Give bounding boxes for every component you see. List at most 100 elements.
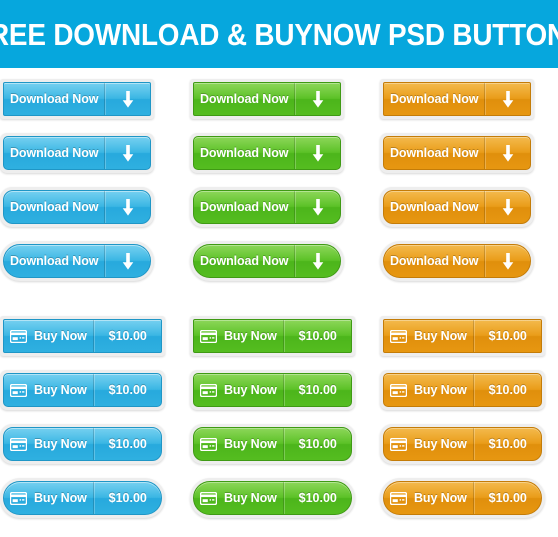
download-icon-area[interactable] [106,83,150,115]
button-main-area[interactable]: Download Now [194,137,294,169]
download-button-orange-pill[interactable]: Download Now [383,244,532,278]
button-main-area[interactable]: Buy Now [384,374,473,406]
download-icon-area[interactable] [486,245,530,277]
page-title: FREE DOWNLOAD & BUYNOW PSD BUTTONS [0,16,558,52]
buy-now-button-blue-slight-round[interactable]: Buy Now $10.00 [3,373,162,407]
button-main-area[interactable]: Buy Now [384,482,473,514]
buy-now-button-blue-rounded[interactable]: Buy Now $10.00 [3,427,162,461]
download-icon-area[interactable] [106,137,150,169]
button-slot: Buy Now $10.00 [380,367,558,413]
button-main-area[interactable]: Buy Now [194,482,283,514]
button-main-area[interactable]: Download Now [194,245,294,277]
credit-card-icon [200,329,217,343]
button-slot: Buy Now $10.00 [380,421,558,467]
button-slot: Buy Now $10.00 [0,475,186,521]
buy-now-button-orange-slight-round[interactable]: Buy Now $10.00 [383,373,542,407]
download-label: Download Now [10,145,99,160]
download-button-orange-rounded[interactable]: Download Now [383,190,532,224]
price-area[interactable]: $10.00 [285,374,351,406]
price-area[interactable]: $10.00 [475,428,541,460]
button-main-area[interactable]: Download Now [384,83,484,115]
price-label: $10.00 [108,436,147,451]
price-area[interactable]: $10.00 [285,428,351,460]
price-area[interactable]: $10.00 [95,428,161,460]
button-main-area[interactable]: Download Now [384,137,484,169]
buy-now-button-green-slight-round[interactable]: Buy Now $10.00 [193,373,352,407]
button-main-area[interactable]: Download Now [4,191,104,223]
buy-now-label: Buy Now [224,490,277,505]
download-icon-area[interactable] [296,245,340,277]
download-icon-area[interactable] [296,191,340,223]
download-button-blue-pill[interactable]: Download Now [3,244,152,278]
download-icon-area[interactable] [106,245,150,277]
button-main-area[interactable]: Download Now [4,245,104,277]
download-button-green-slight-round[interactable]: Download Now [193,136,342,170]
price-area[interactable]: $10.00 [475,482,541,514]
download-button-green-pill[interactable]: Download Now [193,244,342,278]
button-slot: Buy Now $10.00 [0,421,186,467]
download-icon-area[interactable] [296,83,340,115]
buy-now-button-orange-square[interactable]: Buy Now $10.00 [383,319,542,353]
buy-now-label: Buy Now [34,382,87,397]
button-slot: Download Now [380,130,558,176]
button-slot: Download Now [0,76,186,122]
buy-now-button-green-square[interactable]: Buy Now $10.00 [193,319,352,353]
download-icon-area[interactable] [486,191,530,223]
credit-card-icon [200,437,217,451]
download-arrow-icon [313,144,324,162]
price-area[interactable]: $10.00 [95,482,161,514]
download-arrow-icon [313,90,324,108]
price-area[interactable]: $10.00 [285,320,351,352]
buy-now-button-blue-square[interactable]: Buy Now $10.00 [3,319,162,353]
price-area[interactable]: $10.00 [475,374,541,406]
download-button-green-rounded[interactable]: Download Now [193,190,342,224]
button-main-area[interactable]: Download Now [384,191,484,223]
button-main-area[interactable]: Download Now [384,245,484,277]
button-main-area[interactable]: Buy Now [194,428,283,460]
button-main-area[interactable]: Buy Now [384,428,473,460]
download-arrow-icon [123,252,134,270]
download-label: Download Now [10,199,99,214]
button-slot: Download Now [190,184,376,230]
buy-now-button-orange-rounded[interactable]: Buy Now $10.00 [383,427,542,461]
download-button-orange-slight-round[interactable]: Download Now [383,136,532,170]
price-label: $10.00 [298,328,337,343]
button-slot: Download Now [190,76,376,122]
button-main-area[interactable]: Buy Now [4,320,93,352]
download-button-blue-square[interactable]: Download Now [3,82,152,116]
buy-now-label: Buy Now [34,436,87,451]
button-main-area[interactable]: Buy Now [194,374,283,406]
credit-card-icon [390,383,407,397]
button-main-area[interactable]: Buy Now [4,374,93,406]
button-main-area[interactable]: Buy Now [384,320,473,352]
download-icon-area[interactable] [486,137,530,169]
buy-now-button-green-pill[interactable]: Buy Now $10.00 [193,481,352,515]
download-label: Download Now [200,145,289,160]
download-icon-area[interactable] [486,83,530,115]
price-area[interactable]: $10.00 [95,374,161,406]
download-arrow-icon [503,198,514,216]
buy-now-button-green-rounded[interactable]: Buy Now $10.00 [193,427,352,461]
button-main-area[interactable]: Download Now [194,83,294,115]
button-main-area[interactable]: Download Now [4,83,104,115]
price-area[interactable]: $10.00 [475,320,541,352]
download-icon-area[interactable] [106,191,150,223]
download-button-orange-square[interactable]: Download Now [383,82,532,116]
download-button-blue-slight-round[interactable]: Download Now [3,136,152,170]
button-main-area[interactable]: Download Now [4,137,104,169]
download-button-frame-green-rounded: Download Now [190,187,345,227]
buy-now-button-orange-pill[interactable]: Buy Now $10.00 [383,481,542,515]
button-main-area[interactable]: Buy Now [194,320,283,352]
button-main-area[interactable]: Download Now [194,191,294,223]
buy-now-button-frame-blue-pill: Buy Now $10.00 [0,478,165,518]
download-icon-area[interactable] [296,137,340,169]
credit-card-icon [10,329,27,343]
price-area[interactable]: $10.00 [95,320,161,352]
download-button-green-square[interactable]: Download Now [193,82,342,116]
buttons-stage: Download Now Download Now Download Now Down… [0,68,558,537]
price-area[interactable]: $10.00 [285,482,351,514]
buy-now-button-blue-pill[interactable]: Buy Now $10.00 [3,481,162,515]
button-main-area[interactable]: Buy Now [4,482,93,514]
button-main-area[interactable]: Buy Now [4,428,93,460]
download-button-blue-rounded[interactable]: Download Now [3,190,152,224]
